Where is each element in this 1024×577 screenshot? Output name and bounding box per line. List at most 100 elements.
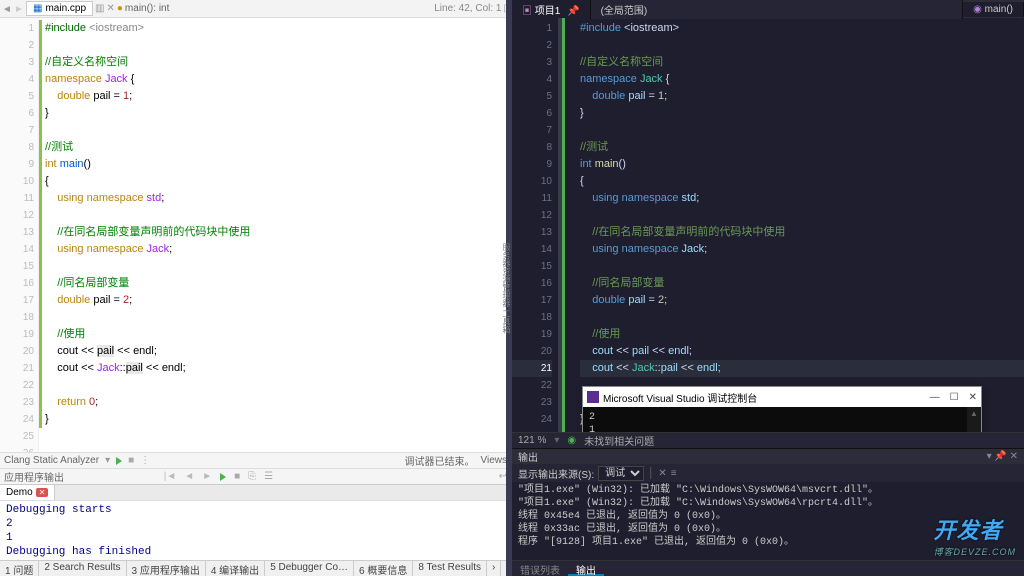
code-line[interactable]: } bbox=[39, 411, 511, 428]
code-line[interactable]: using namespace Jack; bbox=[580, 241, 1024, 258]
right-code-editor[interactable]: 123456789101112131415161718192021222324 … bbox=[512, 18, 1024, 432]
fwd-icon[interactable]: ► bbox=[14, 4, 24, 14]
code-line[interactable] bbox=[580, 309, 1024, 326]
code-line[interactable]: namespace Jack { bbox=[39, 71, 511, 88]
code-line[interactable]: int main() bbox=[580, 156, 1024, 173]
console-scrollbar[interactable]: ▲▼ bbox=[967, 407, 981, 432]
project-tab[interactable]: ▣ 项目1 📌 bbox=[512, 0, 591, 19]
code-line[interactable]: //使用 bbox=[39, 326, 511, 343]
split-icon[interactable]: ▥ bbox=[95, 3, 104, 14]
left-footer-tabs: 1 问题2 Search Results3 应用程序输出4 编译输出5 Debu… bbox=[0, 560, 511, 576]
debug-console-window[interactable]: Microsoft Visual Studio 调试控制台 — ☐ ✕ ▲▼21 bbox=[582, 386, 982, 432]
code-line[interactable]: //使用 bbox=[580, 326, 1024, 343]
code-line[interactable] bbox=[39, 377, 511, 394]
code-line[interactable]: //自定义名称空间 bbox=[39, 54, 511, 71]
code-line[interactable] bbox=[39, 207, 511, 224]
code-line[interactable]: cout << pail << endl; bbox=[39, 343, 511, 360]
code-line[interactable]: } bbox=[580, 105, 1024, 122]
nav-next-icon[interactable]: ► bbox=[202, 471, 212, 482]
footer-tab[interactable]: 4 编译输出 bbox=[206, 561, 265, 576]
pin-icon[interactable]: 📌 bbox=[567, 6, 579, 17]
code-line[interactable]: //测试 bbox=[39, 139, 511, 156]
code-line[interactable]: //自定义名称空间 bbox=[580, 54, 1024, 71]
code-line[interactable] bbox=[39, 309, 511, 326]
code-line[interactable]: cout << Jack::pail << endl; bbox=[580, 360, 1024, 377]
footer-tab[interactable]: 3 应用程序输出 bbox=[127, 561, 206, 576]
code-line[interactable] bbox=[580, 207, 1024, 224]
toggle-icon[interactable]: ≡ bbox=[671, 468, 677, 479]
code-line[interactable]: cout << pail << endl; bbox=[580, 343, 1024, 360]
clear-icon[interactable]: ✕ bbox=[658, 468, 666, 479]
dropdown-icon[interactable]: ▾ bbox=[987, 451, 992, 462]
code-line[interactable]: double pail = 1; bbox=[39, 88, 511, 105]
footer-tab[interactable]: 2 Search Results bbox=[39, 561, 126, 576]
zoom-level[interactable]: 121 % bbox=[518, 435, 546, 446]
code-line[interactable]: //测试 bbox=[580, 139, 1024, 156]
debug-console[interactable]: Debugging starts21Debugging has finished bbox=[0, 500, 511, 560]
footer-tab[interactable]: 8 Test Results bbox=[413, 561, 487, 576]
code-line[interactable]: double pail = 2; bbox=[39, 292, 511, 309]
left-code-editor[interactable]: 1234⌄56789⌄10111213141516171819202122232… bbox=[0, 18, 511, 452]
nav-first-icon[interactable]: |◄ bbox=[164, 471, 177, 482]
code-line[interactable]: using namespace std; bbox=[39, 190, 511, 207]
maximize-icon[interactable]: ☐ bbox=[950, 392, 959, 403]
code-line[interactable]: #include <iostream> bbox=[39, 20, 511, 37]
code-line[interactable]: int main() bbox=[39, 156, 511, 173]
code-line[interactable]: namespace Jack { bbox=[580, 71, 1024, 88]
close-icon[interactable]: ✕ bbox=[36, 488, 49, 497]
code-line[interactable] bbox=[580, 37, 1024, 54]
code-line[interactable]: #include <iostream> bbox=[580, 20, 1024, 37]
code-line[interactable] bbox=[580, 258, 1024, 275]
code-line[interactable]: { bbox=[580, 173, 1024, 190]
nav-prev-icon[interactable]: ◄ bbox=[184, 471, 194, 482]
views-dropdown[interactable]: Views bbox=[481, 455, 508, 466]
project-icon: ▣ bbox=[522, 6, 532, 17]
code-line[interactable] bbox=[39, 37, 511, 54]
close-tab-icon[interactable]: ✕ bbox=[106, 3, 114, 14]
code-line[interactable]: using namespace Jack; bbox=[39, 241, 511, 258]
footer-tab[interactable]: 1 问题 bbox=[0, 561, 39, 576]
code-line[interactable]: //同名局部变量 bbox=[39, 275, 511, 292]
code-line[interactable]: { bbox=[39, 173, 511, 190]
footer-tab[interactable]: 5 Debugger Co… bbox=[265, 561, 354, 576]
code-line[interactable]: using namespace std; bbox=[580, 190, 1024, 207]
console-body[interactable]: ▲▼21 bbox=[583, 407, 981, 432]
console-title-bar[interactable]: Microsoft Visual Studio 调试控制台 — ☐ ✕ bbox=[583, 387, 981, 407]
code-line[interactable] bbox=[580, 122, 1024, 139]
code-line[interactable]: } bbox=[39, 105, 511, 122]
code-line[interactable]: //同名局部变量 bbox=[580, 275, 1024, 292]
footer-tab[interactable]: 错误列表 bbox=[512, 561, 568, 576]
scope-dropdown[interactable]: (全局范围) bbox=[591, 0, 964, 19]
code-line[interactable]: double pail = 1; bbox=[580, 88, 1024, 105]
no-issues-text[interactable]: 未找到相关问题 bbox=[584, 433, 654, 448]
stop2-icon[interactable]: ■ bbox=[234, 471, 240, 482]
code-line[interactable]: return 0; bbox=[39, 394, 511, 411]
code-line[interactable] bbox=[39, 258, 511, 275]
run-icon[interactable] bbox=[116, 457, 122, 465]
output-source-select[interactable]: 调试 bbox=[598, 466, 644, 481]
kebab-icon[interactable]: ⋮ bbox=[140, 455, 150, 466]
close-panel-icon[interactable]: ✕ bbox=[1010, 451, 1018, 462]
back-icon[interactable]: ◄ bbox=[2, 4, 12, 14]
footer-tab[interactable]: 6 概要信息 bbox=[354, 561, 413, 576]
function-dropdown[interactable]: ◉ main() bbox=[963, 2, 1024, 17]
right-editor-pane: 服务器资源管理器 工具箱 ▣ 项目1 📌 (全局范围) ◉ main() 123… bbox=[512, 0, 1024, 576]
code-line[interactable]: cout << Jack::pail << endl; bbox=[39, 360, 511, 377]
close-icon[interactable]: ✕ bbox=[969, 392, 977, 403]
pin-icon[interactable]: 📌 bbox=[994, 451, 1006, 462]
code-line[interactable] bbox=[39, 122, 511, 139]
play-icon[interactable] bbox=[220, 473, 226, 481]
breadcrumb[interactable]: ● main(): int bbox=[117, 3, 170, 14]
stop-icon[interactable]: ■ bbox=[128, 455, 134, 466]
footer-tab[interactable]: 输出 bbox=[568, 561, 604, 576]
code-line[interactable]: double pail = 2; bbox=[580, 292, 1024, 309]
attach-icon[interactable]: ⎘ bbox=[248, 471, 256, 482]
code-line[interactable]: //在同名局部变量声明前的代码块中使用 bbox=[39, 224, 511, 241]
demo-run-tab[interactable]: Demo ✕ bbox=[0, 485, 55, 500]
more-icon[interactable]: › bbox=[487, 561, 501, 576]
file-tab-main[interactable]: ▦ main.cpp bbox=[26, 1, 93, 16]
filter-icon[interactable]: ☰ bbox=[264, 471, 273, 482]
fn-icon: ◉ bbox=[973, 4, 982, 15]
minimize-icon[interactable]: — bbox=[930, 392, 940, 403]
code-line[interactable]: //在同名局部变量声明前的代码块中使用 bbox=[580, 224, 1024, 241]
